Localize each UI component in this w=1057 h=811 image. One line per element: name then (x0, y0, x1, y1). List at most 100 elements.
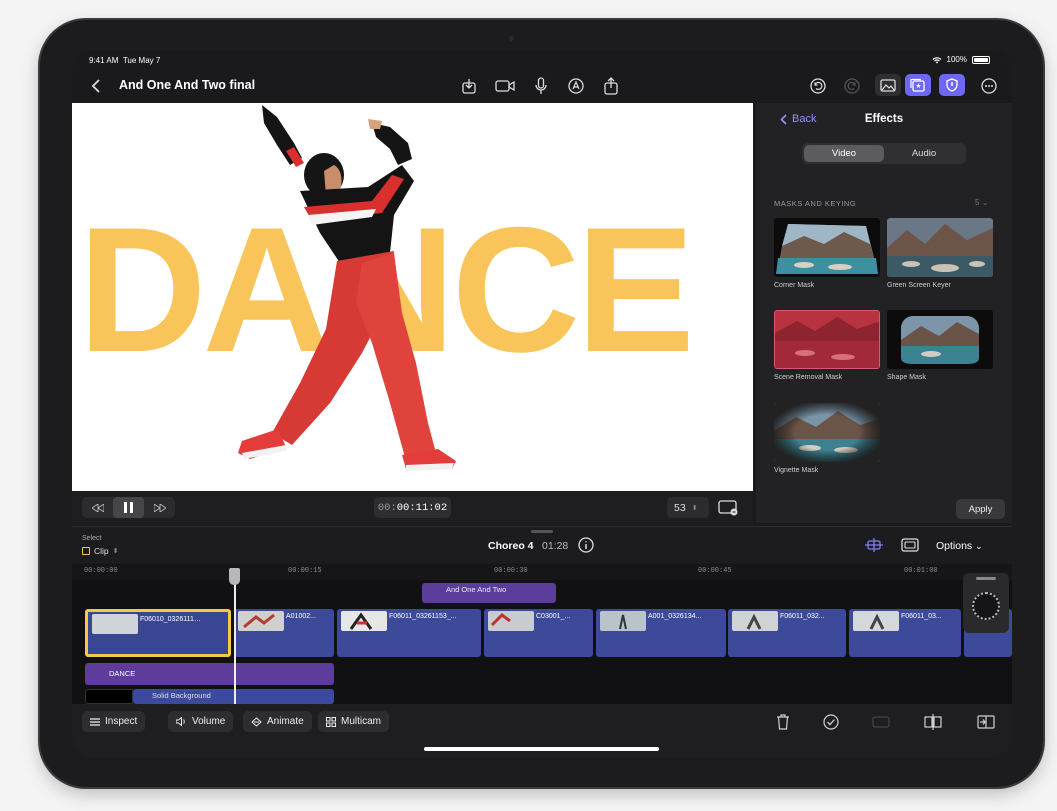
clip-thumbnail (600, 611, 646, 631)
animate-button[interactable]: Animate (243, 711, 312, 732)
section-count[interactable]: 5 ⌄ (975, 198, 988, 207)
home-indicator (424, 747, 659, 751)
snapping-icon[interactable] (862, 533, 886, 557)
zoom-stepper-icon: ⬍ (691, 504, 698, 512)
info-icon[interactable] (574, 533, 598, 557)
selection-mode-clip[interactable]: Clip ⬍ (82, 546, 119, 556)
timeline-clip[interactable]: F06010_0326111… (85, 609, 231, 657)
speaker-icon (176, 717, 185, 726)
section-count-value: 5 (975, 198, 980, 207)
camera-icon[interactable] (493, 74, 517, 98)
clock: 9:41 AM (89, 56, 119, 65)
timeline-clip[interactable]: F06011_03... (849, 609, 961, 657)
undo-icon[interactable] (806, 74, 830, 98)
chevron-down-icon: ⌄ (981, 198, 989, 207)
timeline-ruler[interactable]: 00:00:00 00:00:15 00:00:30 00:00:45 00:0… (72, 564, 1012, 580)
clip-thumbnail (732, 611, 778, 631)
app-screen: 9:41 AM Tue May 7 100% And One And Two f… (72, 50, 1012, 758)
playhead[interactable] (234, 570, 236, 704)
more-icon[interactable] (977, 74, 1001, 98)
inspect-button[interactable]: Inspect (82, 711, 146, 732)
timeline-tracks: And One And Two F06010_0326111… A01002..… (72, 580, 1012, 704)
trash-icon[interactable] (772, 712, 794, 732)
timecode-display[interactable]: 00: 00:11:02 (374, 497, 451, 518)
title-clip[interactable]: DANCE (85, 663, 334, 685)
clip-thumbnail (341, 611, 387, 631)
redo-icon[interactable] (840, 74, 864, 98)
black-clip[interactable] (85, 689, 133, 704)
volume-button[interactable]: Volume (168, 711, 234, 732)
zoom-level[interactable]: 53 ⬍ (667, 497, 709, 518)
photos-browser-icon[interactable] (875, 74, 901, 96)
playback-controls (82, 497, 175, 518)
timeline-clip[interactable]: A001_0326134... (596, 609, 726, 657)
jog-wheel[interactable] (972, 592, 1000, 620)
apply-button[interactable]: Apply (956, 499, 1005, 519)
jog-grabber[interactable] (976, 577, 996, 580)
multicam-button[interactable]: Multicam (318, 711, 390, 732)
timeline-clip[interactable]: A01002... (234, 609, 334, 657)
effect-tile-scene-removal-mask[interactable]: Scene Removal Mask (774, 310, 880, 381)
status-bar: 9:41 AM Tue May 7 100% (72, 50, 1012, 70)
fast-forward-icon[interactable] (144, 497, 175, 518)
video-viewer[interactable]: DANCE (72, 103, 753, 491)
front-camera (509, 36, 514, 41)
resize-grabber[interactable] (531, 530, 553, 533)
top-toolbar: And One And Two final (72, 70, 1012, 102)
checkmark-circle-icon[interactable] (820, 712, 842, 732)
effects-browser: Effects Back Video Audio MASKS AND KEYIN… (756, 103, 1012, 523)
grid-icon (326, 716, 336, 727)
project-name: Choreo 4 (488, 540, 534, 552)
volume-label: Volume (192, 716, 226, 727)
section-heading: MASKS AND KEYING (774, 199, 857, 208)
viewer-options-icon[interactable] (716, 496, 740, 520)
bottom-toolbar: Inspect Volume Animate Multicam (72, 704, 1012, 758)
chevron-down-icon: ⌄ (975, 541, 983, 551)
clip-name: F06010_0326111… (140, 616, 201, 623)
effect-tile-green-screen-keyer[interactable]: Green Screen Keyer (887, 218, 993, 289)
status-right: 100% (932, 55, 990, 64)
effect-label: Shape Mask (887, 374, 926, 381)
pause-icon[interactable] (113, 497, 144, 518)
inspector-icon[interactable] (939, 74, 965, 96)
jog-wheel-panel (963, 573, 1009, 633)
detach-audio-icon[interactable] (975, 712, 997, 732)
clip-thumbnail (92, 614, 138, 634)
clip-name: F06011_03261153_... (389, 613, 457, 620)
effect-label: Scene Removal Mask (774, 374, 843, 381)
timecode-value: 00:11:02 (396, 501, 448, 514)
split-clip-icon[interactable] (922, 712, 944, 732)
timeline-clip[interactable]: C03001_... (484, 609, 593, 657)
pencil-markup-icon[interactable] (564, 74, 588, 98)
effects-browser-icon[interactable] (905, 74, 931, 96)
effects-back-button[interactable]: Back (780, 113, 816, 125)
disabled-clip-icon[interactable] (870, 712, 892, 732)
share-icon[interactable] (599, 74, 623, 98)
clip-name: F06011_03... (901, 613, 942, 620)
import-icon[interactable] (457, 74, 481, 98)
connected-audio-clip[interactable]: And One And Two (422, 583, 556, 603)
zoom-value: 53 (674, 501, 686, 514)
microphone-icon[interactable] (529, 74, 553, 98)
tab-video[interactable]: Video (804, 145, 884, 162)
dancer-figure (238, 105, 456, 471)
tab-audio[interactable]: Audio (884, 145, 964, 162)
timeline-clip[interactable]: F06011_032... (728, 609, 846, 657)
clip-thumbnail (488, 611, 534, 631)
effect-label: Vignette Mask (774, 467, 819, 474)
select-label: Select (82, 535, 102, 542)
back-chevron-icon[interactable] (84, 74, 108, 98)
clip-name: A001_0326134... (648, 613, 702, 620)
clip-appearance-icon[interactable] (898, 533, 922, 557)
battery-percent: 100% (946, 55, 967, 64)
playhead-handle[interactable] (229, 568, 240, 585)
back-chevron-icon (780, 113, 787, 125)
effect-tile-shape-mask[interactable]: Shape Mask (887, 310, 993, 381)
effect-tile-vignette-mask[interactable]: Vignette Mask (774, 403, 880, 474)
options-menu[interactable]: Options ⌄ (936, 540, 983, 552)
transport-bar: 00: 00:11:02 53 ⬍ (72, 491, 753, 524)
effect-tile-corner-mask[interactable]: Corner Mask (774, 218, 880, 289)
timeline-clip[interactable]: F06011_03261153_... (337, 609, 481, 657)
vignette-mask-thumbnail (774, 403, 880, 462)
rewind-icon[interactable] (82, 497, 113, 518)
